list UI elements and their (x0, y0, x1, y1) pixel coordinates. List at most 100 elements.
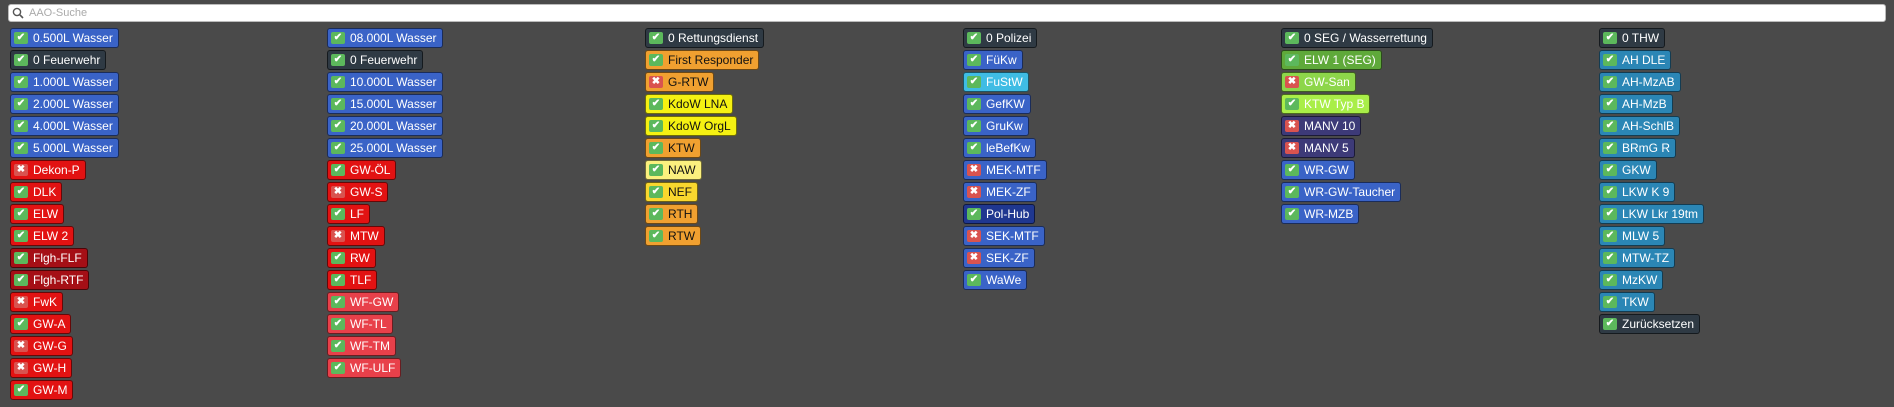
aao-button-gw-s[interactable]: ✖ GW-S (327, 182, 389, 202)
aao-button-label: 0 Feuerwehr (33, 53, 101, 67)
aao-button-lkw-k-9[interactable]: ✔ LKW K 9 (1599, 182, 1676, 202)
aao-button-wr-mzb[interactable]: ✔ WR-MZB (1281, 204, 1360, 224)
aao-button-label: LKW K 9 (1622, 185, 1670, 199)
aao-button-ah-mzb[interactable]: ✔ AH-MzB (1599, 94, 1673, 114)
aao-button-0-polizei[interactable]: ✔ 0 Polizei (963, 28, 1038, 48)
aao-button-naw[interactable]: ✔ NAW (645, 160, 702, 180)
aao-button-ah-schlb[interactable]: ✔ AH-SchlB (1599, 116, 1681, 136)
aao-button-lebefkw[interactable]: ✔ leBefKw (963, 138, 1037, 158)
aao-button-brmg-r[interactable]: ✔ BRmG R (1599, 138, 1676, 158)
aao-button-mtw-tz[interactable]: ✔ MTW-TZ (1599, 248, 1676, 268)
aao-button-kdow-lna[interactable]: ✔ KdoW LNA (645, 94, 734, 114)
aao-button-ktw-typ-b[interactable]: ✔ KTW Typ B (1281, 94, 1371, 114)
aao-button-0-rettungsdienst[interactable]: ✔ 0 Rettungsdienst (645, 28, 765, 48)
aao-button-label: WR-GW (1304, 163, 1349, 177)
aao-button-wf-tm[interactable]: ✔ WF-TM (327, 336, 396, 356)
aao-button-0-500l-wasser[interactable]: ✔ 0.500L Wasser (10, 28, 119, 48)
aao-button-zurücksetzen[interactable]: ✔ Zurücksetzen (1599, 314, 1701, 334)
aao-button-20-000l-wasser[interactable]: ✔ 20.000L Wasser (327, 116, 443, 136)
aao-button-manv-10[interactable]: ✖ MANV 10 (1281, 116, 1362, 136)
aao-button-fustw[interactable]: ✔ FuStW (963, 72, 1029, 92)
aao-button-tkw[interactable]: ✔ TKW (1599, 292, 1655, 312)
aao-button-sek-mtf[interactable]: ✖ SEK-MTF (963, 226, 1045, 246)
aao-button-gkw[interactable]: ✔ GKW (1599, 160, 1657, 180)
check-icon: ✔ (14, 54, 28, 66)
aao-button-08-000l-wasser[interactable]: ✔ 08.000L Wasser (327, 28, 443, 48)
aao-button-rth[interactable]: ✔ RTH (645, 204, 699, 224)
aao-button-wr-gw[interactable]: ✔ WR-GW (1281, 160, 1355, 180)
aao-button-0-thw[interactable]: ✔ 0 THW (1599, 28, 1666, 48)
aao-button-mek-zf[interactable]: ✖ MEK-ZF (963, 182, 1037, 202)
aao-button-grukw[interactable]: ✔ GruKw (963, 116, 1029, 136)
aao-button-lf[interactable]: ✔ LF (327, 204, 371, 224)
aao-button-mek-mtf[interactable]: ✖ MEK-MTF (963, 160, 1047, 180)
aao-button-mtw[interactable]: ✖ MTW (327, 226, 385, 246)
aao-button-fwk[interactable]: ✖ FwK (10, 292, 63, 312)
aao-button-elw[interactable]: ✔ ELW (10, 204, 65, 224)
cross-icon: ✖ (331, 230, 345, 242)
check-icon: ✔ (649, 164, 663, 176)
aao-button-rw[interactable]: ✔ RW (327, 248, 376, 268)
aao-button-15-000l-wasser[interactable]: ✔ 15.000L Wasser (327, 94, 443, 114)
aao-button-elw-1-seg[interactable]: ✔ ELW 1 (SEG) (1281, 50, 1382, 70)
check-icon: ✔ (14, 384, 28, 396)
aao-button-gw-m[interactable]: ✔ GW-M (10, 380, 74, 400)
check-icon: ✔ (1603, 208, 1617, 220)
check-icon: ✔ (1603, 98, 1617, 110)
aao-button-gw-h[interactable]: ✖ GW-H (10, 358, 73, 378)
aao-button-gw-san[interactable]: ✖ GW-San (1281, 72, 1356, 92)
aao-button-2-000l-wasser[interactable]: ✔ 2.000L Wasser (10, 94, 119, 114)
aao-button-dlk[interactable]: ✔ DLK (10, 182, 63, 202)
aao-button-first-responder[interactable]: ✔ First Responder (645, 50, 760, 70)
aao-button-ah-mzab[interactable]: ✔ AH-MzAB (1599, 72, 1681, 92)
aao-button-0-feuerwehr[interactable]: ✔ 0 Feuerwehr (10, 50, 107, 70)
aao-button-flgh-rtf[interactable]: ✔ Flgh-RTF (10, 270, 90, 290)
aao-button-10-000l-wasser[interactable]: ✔ 10.000L Wasser (327, 72, 443, 92)
aao-button-dekon-p[interactable]: ✖ Dekon-P (10, 160, 86, 180)
cross-icon: ✖ (1285, 76, 1299, 88)
aao-button-1-000l-wasser[interactable]: ✔ 1.000L Wasser (10, 72, 119, 92)
aao-button-elw-2[interactable]: ✔ ELW 2 (10, 226, 75, 246)
aao-button-lkw-lkr-19tm[interactable]: ✔ LKW Lkr 19tm (1599, 204, 1705, 224)
aao-button-g-rtw[interactable]: ✖ G-RTW (645, 72, 715, 92)
aao-button-fükw[interactable]: ✔ FüKw (963, 50, 1023, 70)
check-icon: ✔ (1603, 252, 1617, 264)
aao-button-label: KTW (668, 141, 695, 155)
aao-button-wf-gw[interactable]: ✔ WF-GW (327, 292, 400, 312)
search-input[interactable] (27, 6, 1885, 20)
aao-button-ah-dle[interactable]: ✔ AH DLE (1599, 50, 1672, 70)
check-icon: ✔ (14, 230, 28, 242)
aao-button-gw-öl[interactable]: ✔ GW-ÖL (327, 160, 397, 180)
aao-button-wawe[interactable]: ✔ WaWe (963, 270, 1028, 290)
aao-button-wf-ulf[interactable]: ✔ WF-ULF (327, 358, 402, 378)
aao-button-wf-tl[interactable]: ✔ WF-TL (327, 314, 393, 334)
check-icon: ✔ (649, 32, 663, 44)
aao-button-wr-gw-taucher[interactable]: ✔ WR-GW-Taucher (1281, 182, 1402, 202)
aao-button-flgh-flf[interactable]: ✔ Flgh-FLF (10, 248, 88, 268)
aao-button-5-000l-wasser[interactable]: ✔ 5.000L Wasser (10, 138, 119, 158)
aao-button-gw-g[interactable]: ✖ GW-G (10, 336, 73, 356)
aao-button-tlf[interactable]: ✔ TLF (327, 270, 378, 290)
aao-button-gw-a[interactable]: ✔ GW-A (10, 314, 72, 334)
check-icon: ✔ (649, 230, 663, 242)
check-icon: ✔ (649, 120, 663, 132)
aao-search-box[interactable] (8, 4, 1886, 22)
aao-button-rtw[interactable]: ✔ RTW (645, 226, 702, 246)
aao-button-gefkw[interactable]: ✔ GefKW (963, 94, 1031, 114)
check-icon: ✔ (1285, 164, 1299, 176)
aao-button-4-000l-wasser[interactable]: ✔ 4.000L Wasser (10, 116, 119, 136)
aao-button-ktw[interactable]: ✔ KTW (645, 138, 701, 158)
aao-button-mzkw[interactable]: ✔ MzKW (1599, 270, 1664, 290)
aao-button-sek-zf[interactable]: ✖ SEK-ZF (963, 248, 1035, 268)
check-icon: ✔ (14, 32, 28, 44)
aao-button-manv-5[interactable]: ✖ MANV 5 (1281, 138, 1355, 158)
aao-button-label: SEK-MTF (986, 229, 1039, 243)
aao-button-0-feuerwehr[interactable]: ✔ 0 Feuerwehr (327, 50, 424, 70)
aao-button-kdow-orgl[interactable]: ✔ KdoW OrgL (645, 116, 737, 136)
aao-button-nef[interactable]: ✔ NEF (645, 182, 698, 202)
check-icon: ✔ (331, 164, 345, 176)
aao-button-pol-hub[interactable]: ✔ Pol-Hub (963, 204, 1036, 224)
aao-button-mlw-5[interactable]: ✔ MLW 5 (1599, 226, 1666, 246)
aao-button-0-seg-wasserrettung[interactable]: ✔ 0 SEG / Wasserrettung (1281, 28, 1433, 48)
aao-button-25-000l-wasser[interactable]: ✔ 25.000L Wasser (327, 138, 443, 158)
